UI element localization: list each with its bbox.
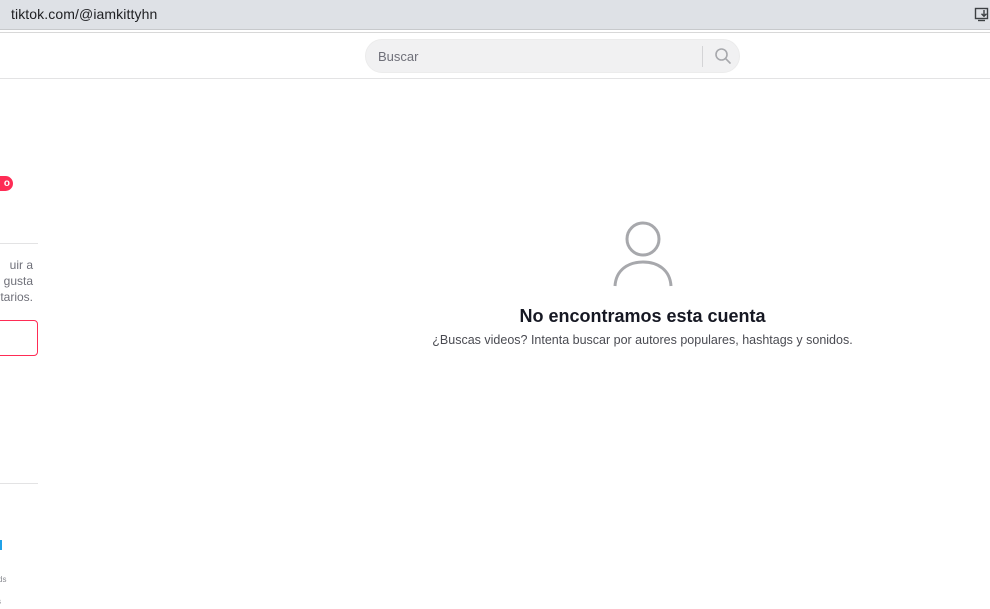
- address-url[interactable]: tiktok.com/@iamkittyhn: [11, 6, 157, 22]
- browser-address-bar: tiktok.com/@iamkittyhn: [0, 0, 990, 30]
- sidebar-divider: [0, 243, 38, 244]
- sidebar-link-mark[interactable]: [0, 540, 2, 550]
- login-prompt-line: uir a: [9, 258, 33, 272]
- login-prompt-line: tarios.: [0, 290, 33, 304]
- account-not-found: No encontramos esta cuenta ¿Buscas video…: [400, 220, 885, 349]
- sidebar: o uir a gusta tarios. ds s: [0, 79, 38, 609]
- login-button[interactable]: [0, 320, 38, 356]
- search-icon: [715, 48, 731, 64]
- sidebar-footer-link[interactable]: ds: [0, 575, 6, 584]
- search-bar: [365, 39, 740, 73]
- user-icon: [613, 221, 672, 287]
- sidebar-divider: [0, 483, 38, 484]
- search-button[interactable]: [706, 40, 740, 72]
- live-badge: o: [0, 176, 13, 191]
- search-divider: [702, 46, 703, 67]
- empty-title: No encontramos esta cuenta: [519, 306, 766, 326]
- search-input[interactable]: [378, 40, 698, 72]
- sidebar-footer-link[interactable]: s: [0, 597, 1, 606]
- login-prompt-line: gusta: [3, 274, 33, 288]
- empty-description: ¿Buscas videos? Intenta buscar por autor…: [432, 333, 853, 347]
- install-app-icon[interactable]: [974, 6, 990, 22]
- top-header: [0, 32, 990, 79]
- login-prompt-text: uir a gusta tarios.: [0, 257, 33, 305]
